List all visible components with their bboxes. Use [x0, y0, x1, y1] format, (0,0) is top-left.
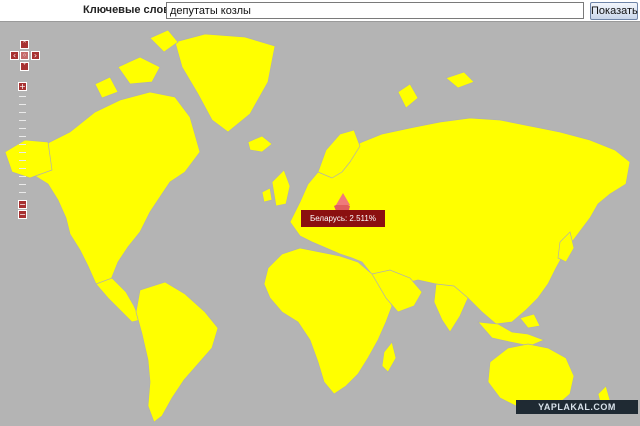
- pan-down-button[interactable]: ˅: [20, 62, 29, 71]
- keywords-input[interactable]: [166, 2, 584, 19]
- pan-right-button[interactable]: ›: [31, 51, 40, 60]
- zoom-in-button[interactable]: +: [18, 82, 27, 91]
- pan-up-button[interactable]: ˄: [20, 40, 29, 49]
- zoom-out-button[interactable]: −: [18, 210, 27, 219]
- show-button[interactable]: Показать: [590, 2, 638, 20]
- country-marker-icon: [336, 193, 350, 205]
- pan-home-button[interactable]: ◦: [20, 51, 29, 60]
- world-map[interactable]: ˄ ‹ ◦ › ˅ + − − Беларусь: 2.511% YAPLAKA…: [0, 22, 640, 426]
- zoom-level-handle[interactable]: −: [18, 200, 27, 209]
- pan-left-button[interactable]: ‹: [10, 51, 19, 60]
- watermark-logo: YAPLAKAL.COM: [516, 400, 638, 414]
- zoom-slider[interactable]: [18, 96, 27, 196]
- country-tooltip: Беларусь: 2.511%: [301, 210, 385, 227]
- search-bar: Ключевые слова: Показать: [0, 0, 640, 22]
